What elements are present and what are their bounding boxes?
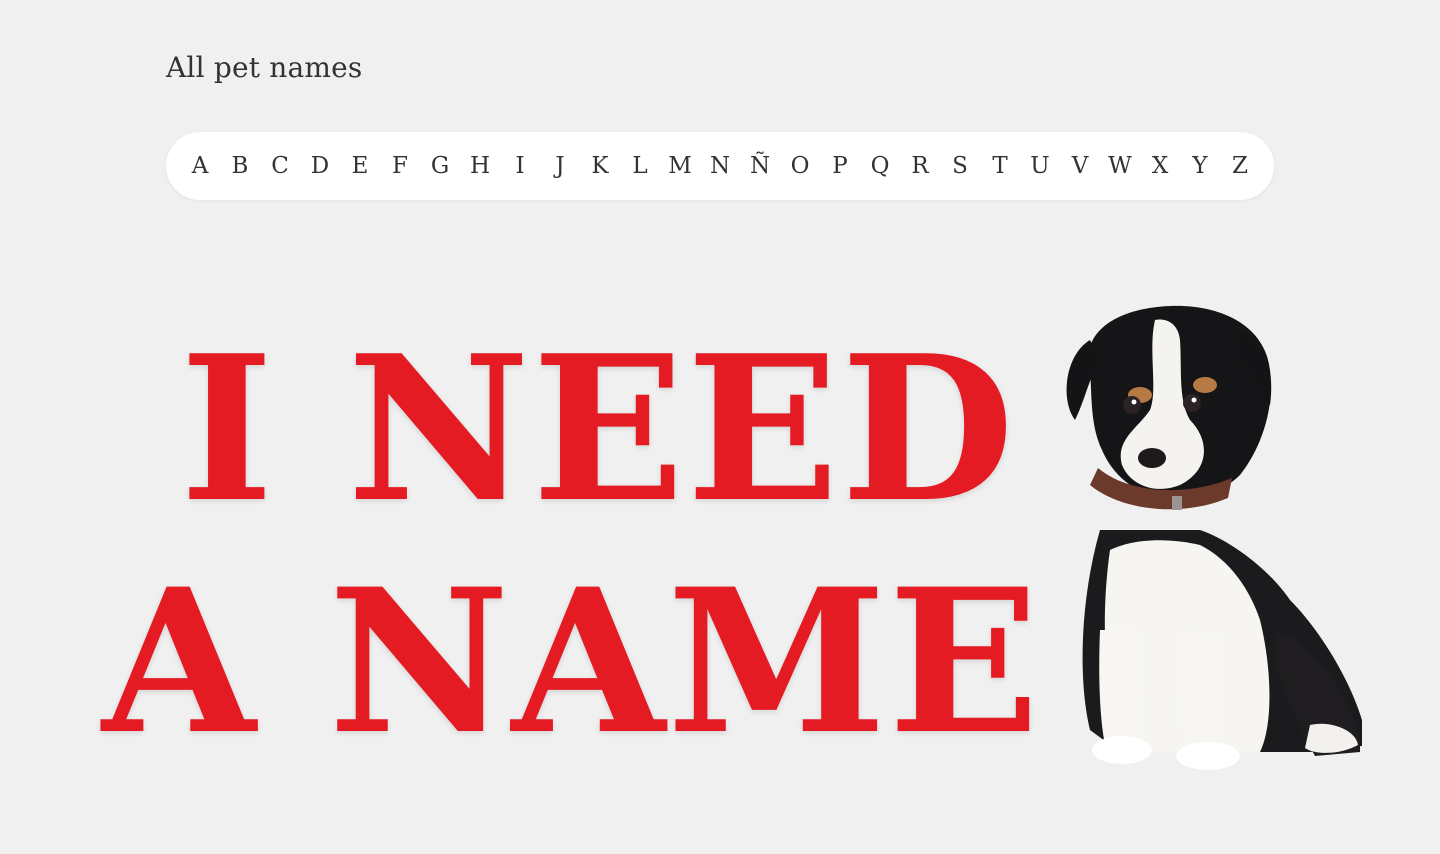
letter-link-g[interactable]: G <box>420 132 460 200</box>
letter-link-v[interactable]: V <box>1060 132 1100 200</box>
letter-link-r[interactable]: R <box>900 132 940 200</box>
alphabet-nav: A B C D E F G H I J K L M N Ñ O P Q R S … <box>166 132 1274 200</box>
letter-link-t[interactable]: T <box>980 132 1020 200</box>
letter-link-c[interactable]: C <box>260 132 300 200</box>
all-pet-names-link[interactable]: All pet names <box>166 48 363 88</box>
letter-link-a[interactable]: A <box>180 132 220 200</box>
letter-link-m[interactable]: M <box>660 132 700 200</box>
letter-link-j[interactable]: J <box>540 132 580 200</box>
letter-link-p[interactable]: P <box>820 132 860 200</box>
letter-link-u[interactable]: U <box>1020 132 1060 200</box>
letter-link-y[interactable]: Y <box>1180 132 1220 200</box>
letter-link-z[interactable]: Z <box>1220 132 1260 200</box>
letter-link-s[interactable]: S <box>940 132 980 200</box>
letter-link-l[interactable]: L <box>620 132 660 200</box>
hero-banner: I NEED A NAME <box>60 312 1040 772</box>
letter-link-w[interactable]: W <box>1100 132 1140 200</box>
hero-headline-line-2: A NAME <box>102 545 1042 778</box>
hero-headline-line-1: I NEED <box>180 312 1017 547</box>
letter-link-h[interactable]: H <box>460 132 500 200</box>
letter-link-b[interactable]: B <box>220 132 260 200</box>
letter-link-k[interactable]: K <box>580 132 620 200</box>
letter-link-i[interactable]: I <box>500 132 540 200</box>
letter-link-f[interactable]: F <box>380 132 420 200</box>
letter-link-q[interactable]: Q <box>860 132 900 200</box>
puppy-image <box>1066 305 1362 770</box>
letter-link-n[interactable]: N <box>700 132 740 200</box>
letter-link-d[interactable]: D <box>300 132 340 200</box>
letter-link-n-tilde[interactable]: Ñ <box>740 132 780 200</box>
letter-link-e[interactable]: E <box>340 132 380 200</box>
letter-link-o[interactable]: O <box>780 132 820 200</box>
letter-link-x[interactable]: X <box>1140 132 1180 200</box>
